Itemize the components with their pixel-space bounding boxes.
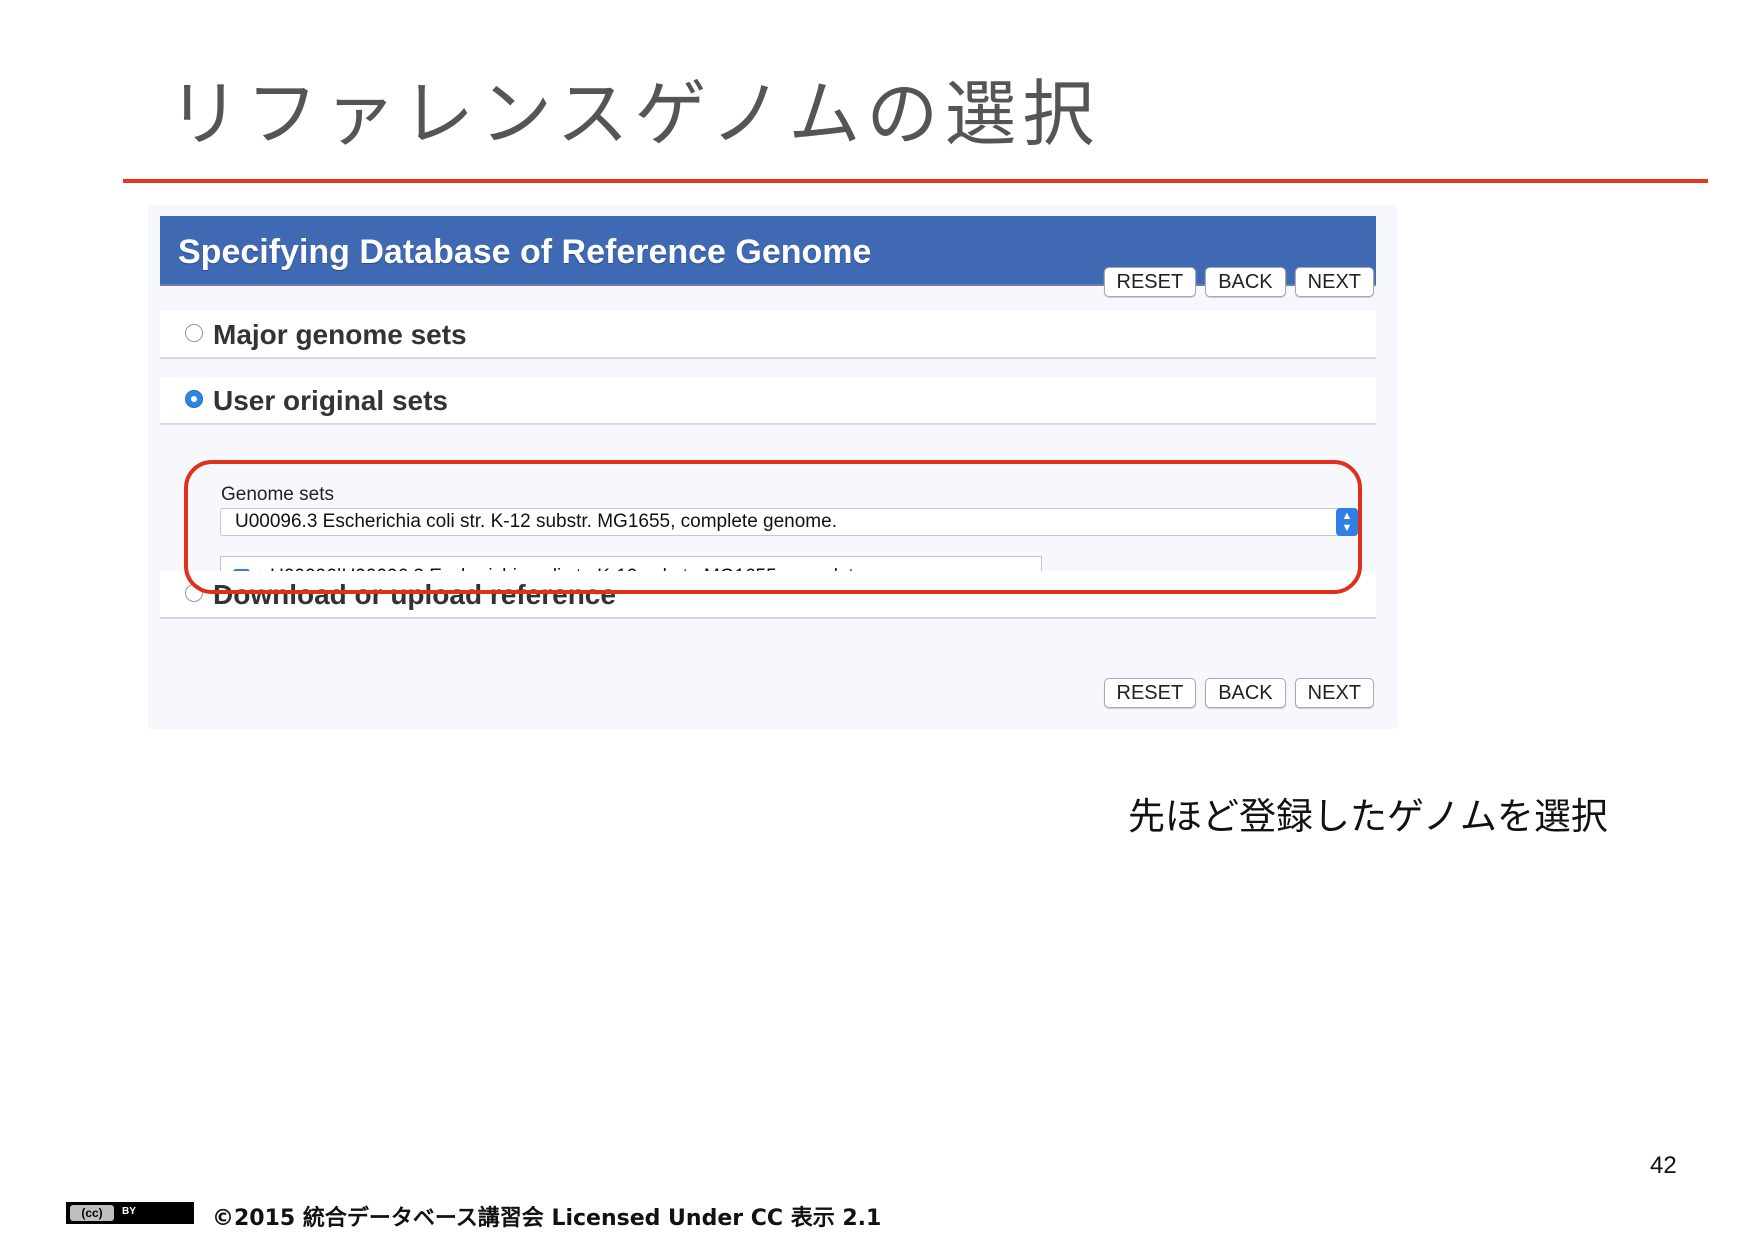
section-user-original-sets[interactable]: User original sets — [160, 377, 1376, 425]
title-divider — [123, 179, 1708, 183]
by-label: BY — [122, 1206, 136, 1217]
radio-major-genome-sets[interactable] — [185, 324, 203, 342]
cc-license-badge: (cc) BY — [66, 1202, 194, 1224]
top-button-row: RESET BACK NEXT — [1103, 267, 1374, 297]
back-button[interactable]: BACK — [1205, 267, 1286, 297]
slide-caption: 先ほど登録したゲノムを選択 — [1128, 795, 1608, 838]
radio-user-original-sets[interactable] — [185, 390, 203, 408]
footer-copyright: ©2015 統合データベース講習会 Licensed Under CC 表示 2… — [212, 1206, 882, 1231]
highlight-annotation — [184, 460, 1362, 594]
cc-logo-icon: (cc) — [70, 1205, 114, 1221]
panel-header-title: Specifying Database of Reference Genome — [178, 233, 872, 271]
slide-title: リファレンスゲノムの選択 — [168, 72, 1101, 156]
reset-button[interactable]: RESET — [1103, 267, 1197, 297]
page-number: 42 — [1650, 1152, 1677, 1179]
section-label-user-original-sets: User original sets — [213, 385, 448, 416]
next-button-bottom[interactable]: NEXT — [1294, 678, 1374, 708]
section-major-genome-sets[interactable]: Major genome sets — [160, 311, 1376, 359]
back-button-bottom[interactable]: BACK — [1205, 678, 1286, 708]
reset-button-bottom[interactable]: RESET — [1103, 678, 1197, 708]
next-button[interactable]: NEXT — [1294, 267, 1374, 297]
section-label-major-genome-sets: Major genome sets — [213, 319, 467, 350]
bottom-button-row: RESET BACK NEXT — [1103, 678, 1374, 708]
